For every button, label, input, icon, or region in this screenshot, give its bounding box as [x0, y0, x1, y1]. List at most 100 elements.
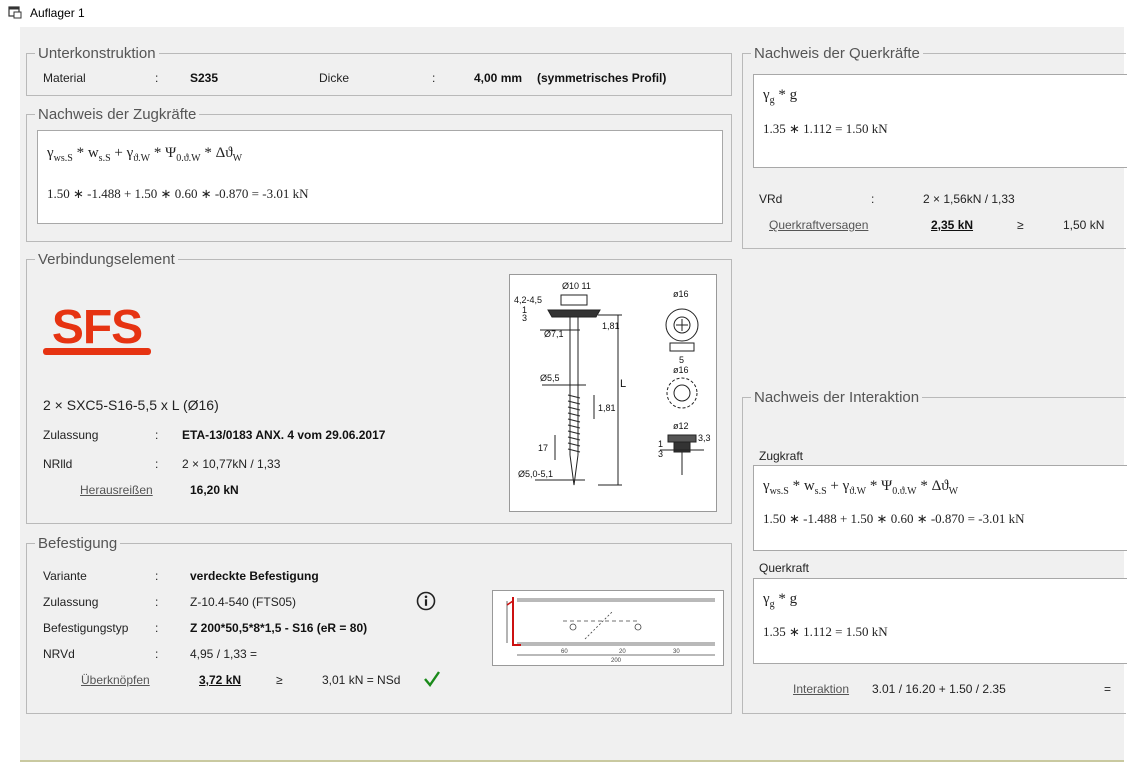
- variante-label: Variante: [43, 569, 87, 583]
- zugkraft-formula-box: γws.S * ws.S + γϑ.W * Ψ0.ϑ.W * ΔϑW 1.50 …: [753, 465, 1127, 551]
- interaktion-value: 3.01 / 16.20 + 1.50 / 2.35: [872, 682, 1006, 696]
- separator: :: [155, 71, 159, 85]
- zugkraft-label: Zugkraft: [759, 449, 804, 463]
- svg-text:Ø5,0-5,1: Ø5,0-5,1: [518, 469, 553, 479]
- window-icon: [8, 6, 22, 19]
- separator: :: [155, 595, 159, 609]
- zug-formula: γws.S * ws.S + γϑ.W * Ψ0.ϑ.W * ΔϑW: [47, 145, 243, 164]
- dicke-value: 4,00 mm: [474, 71, 523, 85]
- compare-value: 1,50 kN: [1063, 218, 1105, 232]
- svg-text:ø12: ø12: [673, 421, 689, 431]
- querkraft-formula-box: γg * g 1.35 ∗ 1.112 = 1.50 kN: [753, 578, 1127, 664]
- geq-sign: ≥: [1017, 218, 1024, 232]
- svg-text:1,81: 1,81: [598, 403, 616, 413]
- group-title: Unterkonstruktion: [35, 45, 159, 62]
- ueberknoepfen-link[interactable]: Überknöpfen: [81, 673, 150, 687]
- interaktion-quer-calc: 1.35 ∗ 1.112 = 1.50 kN: [763, 624, 888, 639]
- group-zugkraefte: Nachweis der Zugkräfte γws.S * ws.S + γϑ…: [26, 106, 732, 242]
- svg-text:SFS: SFS: [52, 301, 142, 354]
- equals-sign: =: [1104, 682, 1112, 696]
- interaktion-zug-formula: γws.S * ws.S + γϑ.W * Ψ0.ϑ.W * ΔϑW: [763, 478, 959, 497]
- zulassung-label: Zulassung: [43, 595, 99, 609]
- svg-text:3,3: 3,3: [698, 433, 711, 443]
- nsd-value: 3,01 kN = NSd: [322, 673, 401, 687]
- svg-text:Ø10 11: Ø10 11: [562, 281, 591, 291]
- info-icon[interactable]: [416, 591, 436, 611]
- check-icon: [424, 671, 440, 687]
- separator: :: [155, 647, 159, 661]
- group-title: Nachweis der Zugkräfte: [35, 106, 200, 123]
- dialog-client-area: Unterkonstruktion Material : S235 Dicke …: [20, 27, 1127, 761]
- typ-value: Z 200*50,5*8*1,5 - S16 (eR = 80): [190, 621, 368, 635]
- nrvd-value: 4,95 / 1,33 =: [190, 647, 258, 661]
- svg-text:20: 20: [619, 649, 626, 655]
- svg-text:17: 17: [538, 443, 548, 453]
- zug-calc: 1.50 ∗ -1.488 + 1.50 ∗ 0.60 ∗ -0.870 = -…: [47, 186, 309, 201]
- interaktion-zug-calc: 1.50 ∗ -1.488 + 1.50 ∗ 0.60 ∗ -0.870 = -…: [763, 511, 1025, 526]
- variante-value: verdeckte Befestigung: [190, 569, 319, 583]
- vrd-label: VRd: [759, 192, 783, 206]
- clip-drawing: 60 20 30 200: [492, 590, 724, 666]
- querkraft-label: Querkraft: [759, 561, 810, 575]
- separator: :: [155, 428, 159, 442]
- window-title: Auflager 1: [30, 6, 85, 20]
- group-interaktion: Nachweis der Interaktion Zugkraft γws.S …: [742, 389, 1127, 714]
- group-title: Verbindungselement: [35, 251, 178, 268]
- group-querkraefte: Nachweis der Querkräfte γg * g 1.35 ∗ 1.…: [742, 45, 1127, 249]
- interaktion-quer-formula: γg * g: [763, 591, 798, 610]
- typ-label: Befestigungstyp: [43, 621, 129, 635]
- product-name: 2 × SXC5-S16-5,5 x L (Ø16): [43, 397, 219, 413]
- zulassung-label: Zulassung: [43, 428, 99, 442]
- group-title: Befestigung: [35, 535, 121, 552]
- group-befestigung: Befestigung Variante : verdeckte Befesti…: [26, 535, 732, 714]
- svg-text:1: 1: [658, 439, 663, 449]
- formula-box: γg * g 1.35 ∗ 1.112 = 1.50 kN: [753, 74, 1127, 168]
- herausreissen-link[interactable]: Herausreißen: [80, 483, 153, 497]
- separator: :: [155, 569, 159, 583]
- svg-text:3: 3: [522, 313, 527, 323]
- geq-sign: ≥: [276, 673, 283, 687]
- bottom-border: [20, 760, 1124, 762]
- vrd-value: 2 × 1,56kN / 1,33: [923, 192, 1015, 206]
- zulassung-value: ETA-13/0183 ANX. 4 vom 29.06.2017: [182, 428, 386, 442]
- quer-formula: γg * g: [763, 87, 798, 106]
- svg-text:60: 60: [561, 649, 568, 655]
- svg-text:4,2-4,5: 4,2-4,5: [514, 295, 542, 305]
- zulassung-value: Z-10.4-540 (FTS05): [190, 595, 297, 609]
- querkraftversagen-link[interactable]: Querkraftversagen: [769, 218, 868, 232]
- separator: :: [155, 621, 159, 635]
- svg-text:ø16: ø16: [673, 365, 689, 375]
- material-label: Material: [43, 71, 86, 85]
- nrlld-label: NRlld: [43, 457, 73, 471]
- svg-text:ø16: ø16: [673, 289, 689, 299]
- svg-text:1,81: 1,81: [602, 321, 620, 331]
- formula-box: γws.S * ws.S + γϑ.W * Ψ0.ϑ.W * ΔϑW 1.50 …: [37, 130, 723, 224]
- separator: :: [871, 192, 875, 206]
- svg-text:L: L: [620, 378, 626, 390]
- sfs-logo: SFS: [43, 301, 151, 355]
- group-title: Nachweis der Interaktion: [751, 389, 923, 406]
- ueberknoepfen-value: 3,72 kN: [199, 673, 242, 687]
- screw-drawing: Ø10 11 4,2-4,5 1 3 Ø7,1 1,81 L Ø5,5 1,81…: [509, 274, 717, 512]
- herausreissen-value: 16,20 kN: [190, 483, 239, 497]
- svg-text:Ø5,5: Ø5,5: [540, 373, 560, 383]
- group-verbindungselement: Verbindungselement SFS 2 × SXC5-S16-5,5 …: [26, 251, 732, 524]
- nrvd-label: NRVd: [43, 647, 75, 661]
- group-title: Nachweis der Querkräfte: [751, 45, 923, 62]
- svg-text:30: 30: [673, 649, 680, 655]
- interaktion-link[interactable]: Interaktion: [793, 682, 849, 696]
- nrlld-value: 2 × 10,77kN / 1,33: [182, 457, 281, 471]
- svg-text:200: 200: [611, 658, 622, 664]
- quer-calc: 1.35 ∗ 1.112 = 1.50 kN: [763, 121, 888, 136]
- svg-text:Ø7,1: Ø7,1: [544, 329, 564, 339]
- separator: :: [432, 71, 436, 85]
- profil-note: (symmetrisches Profil): [537, 71, 667, 85]
- title-bar: Auflager 1: [0, 0, 1144, 26]
- group-unterkonstruktion: Unterkonstruktion Material : S235 Dicke …: [26, 45, 732, 96]
- dicke-label: Dicke: [319, 71, 350, 85]
- querkraftversagen-value: 2,35 kN: [931, 218, 974, 232]
- svg-text:5: 5: [679, 355, 684, 365]
- separator: :: [155, 457, 159, 471]
- svg-text:3: 3: [658, 449, 663, 459]
- material-value: S235: [190, 71, 219, 85]
